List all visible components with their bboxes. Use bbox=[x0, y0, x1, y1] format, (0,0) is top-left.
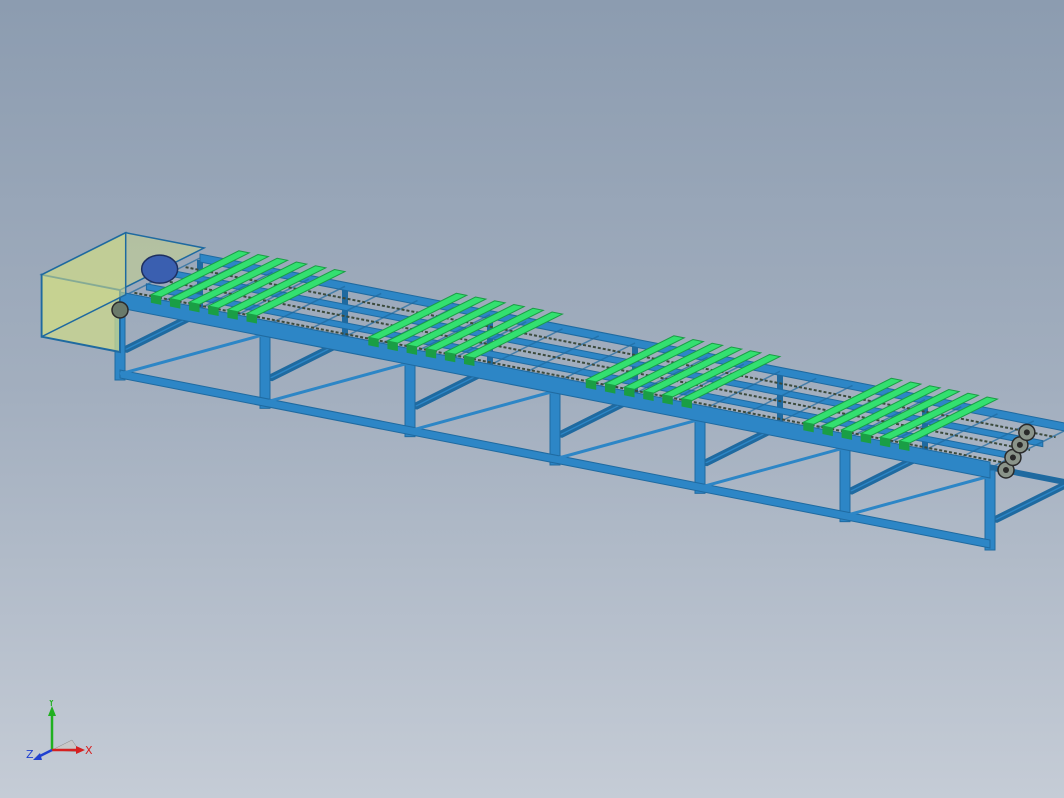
x-axis-label: X bbox=[85, 744, 92, 757]
front-leg bbox=[404, 356, 416, 438]
drive-sprocket-left bbox=[111, 301, 129, 319]
graphics-viewport[interactable]: Y X Z bbox=[0, 0, 1064, 798]
front-leg bbox=[694, 412, 706, 494]
tail-sprocket-hub bbox=[1003, 467, 1009, 473]
y-axis-label: Y bbox=[47, 700, 55, 709]
tail-sprocket-hub bbox=[1023, 429, 1030, 436]
z-axis-head bbox=[33, 753, 42, 760]
front-leg bbox=[984, 469, 996, 551]
floor-cross-brace bbox=[985, 481, 1064, 523]
x-axis-head bbox=[76, 746, 85, 754]
front-leg bbox=[839, 441, 851, 523]
conveyor-model[interactable] bbox=[0, 0, 1064, 798]
front-leg bbox=[259, 327, 271, 409]
coordinate-triad-icon[interactable]: Y X Z bbox=[22, 700, 92, 770]
front-leg bbox=[549, 384, 561, 466]
drive-motor bbox=[140, 254, 179, 284]
z-axis-label: Z bbox=[26, 748, 34, 761]
tail-sprocket-hub bbox=[1009, 454, 1016, 461]
tail-sprocket-hub bbox=[1016, 441, 1023, 448]
